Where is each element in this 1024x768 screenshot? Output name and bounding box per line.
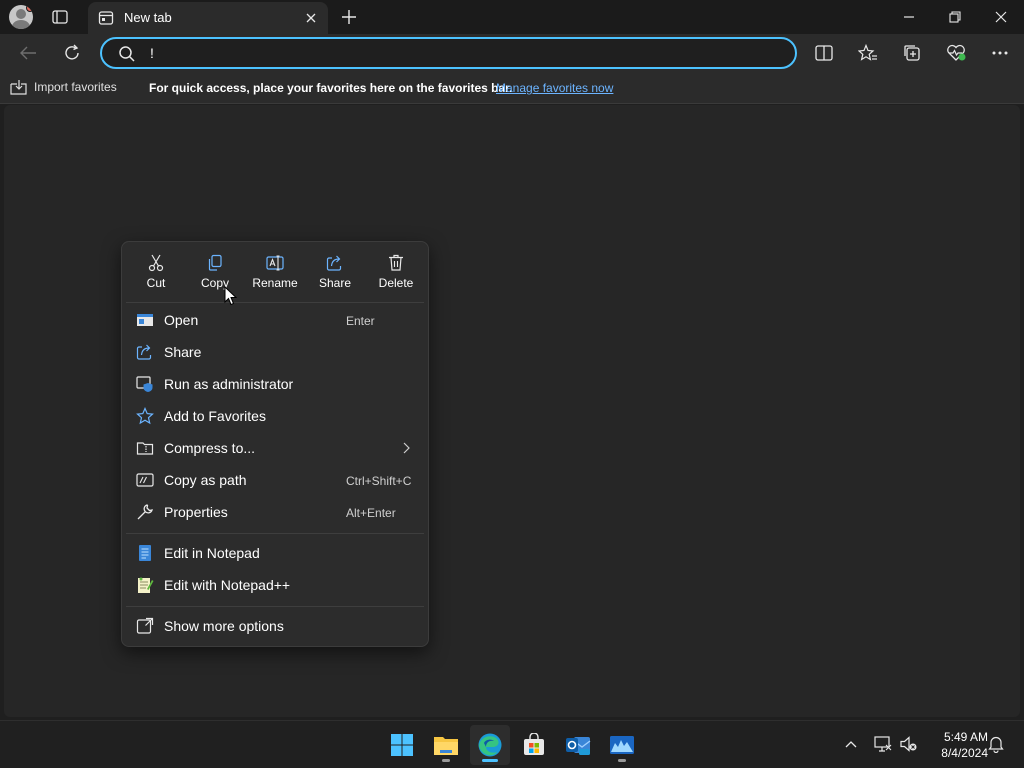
menu-item-properties[interactable]: Properties Alt+Enter [126,497,424,527]
rename-icon [266,255,284,271]
path-icon [136,471,154,489]
collections-button[interactable] [896,38,928,68]
chevron-right-icon [400,441,412,455]
mouse-cursor-icon [224,285,238,306]
menu-item-compress-to[interactable]: Compress to... [126,433,424,463]
profile-avatar[interactable] [9,5,33,29]
menu-item-label: Compress to... [164,440,256,456]
menu-item-label: Show more options [164,618,284,634]
menu-item-run-as-administrator[interactable]: Run as administrator [126,369,424,399]
minimize-button[interactable] [886,0,932,34]
volume-muted-icon[interactable] [898,733,920,755]
star-icon [136,406,154,425]
favorites-button[interactable] [852,38,884,68]
favorites-bar: Import favorites For quick access, place… [0,72,1024,104]
context-menu: Cut Copy Rename Share Delete Open Enter … [121,241,429,647]
open-icon [136,311,154,329]
store-icon[interactable] [514,725,554,765]
new-tab-icon [98,10,114,26]
rename-label: Rename [252,276,298,290]
tab-actions-icon[interactable] [48,6,72,28]
menu-item-edit-in-notepad[interactable]: Edit in Notepad [126,538,424,568]
menu-item-shortcut: Alt+Enter [346,506,396,520]
browser-essentials-icon[interactable] [940,38,972,68]
shield-icon [136,375,154,393]
more-options-icon [136,617,154,635]
menu-separator [126,606,424,607]
menu-item-label: Edit in Notepad [164,545,260,561]
import-icon [10,80,27,95]
delete-button[interactable]: Delete [368,250,424,298]
menu-item-shortcut: Ctrl+Shift+C [346,474,412,488]
clock-time: 5:49 AM [943,730,988,744]
address-bar[interactable]: ! [100,37,797,69]
outlook-icon[interactable] [558,725,598,765]
delete-label: Delete [378,276,414,290]
new-tab-button[interactable] [338,6,360,28]
menu-item-share[interactable]: Share [126,337,424,367]
running-indicator [482,759,498,762]
menu-item-add-to-favorites[interactable]: Add to Favorites [126,401,424,431]
tab-title: New tab [124,10,172,25]
browser-toolbar: ! [0,34,1024,72]
menu-item-label: Run as administrator [164,376,294,392]
running-indicator [618,759,626,762]
share-icon [326,255,342,271]
close-window-button[interactable] [978,0,1024,34]
compress-icon [136,439,154,457]
cut-label: Cut [146,276,166,290]
rename-button[interactable]: Rename [247,250,303,298]
network-icon[interactable] [872,733,894,755]
menu-item-open[interactable]: Open Enter [126,305,424,335]
notepadpp-icon [136,576,154,594]
cut-button[interactable]: Cut [128,250,184,298]
split-screen-button[interactable] [808,38,840,68]
search-icon [118,45,136,63]
menu-item-label: Add to Favorites [164,408,266,424]
import-favorites-label: Import favorites [34,80,117,94]
menu-item-label: Properties [164,504,228,520]
clock-date: 8/4/2024 [941,746,988,760]
manage-favorites-link[interactable]: Manage favorites now [496,81,613,95]
file-explorer-icon[interactable] [426,725,466,765]
menu-item-copy-as-path[interactable]: Copy as path Ctrl+Shift+C [126,465,424,495]
menu-item-label: Edit with Notepad++ [164,577,291,593]
menu-separator [126,302,424,303]
tab-new-tab[interactable]: New tab [88,2,328,34]
wrench-icon [136,503,154,521]
menu-item-label: Open [164,312,199,328]
more-menu-icon[interactable] [984,38,1016,68]
cut-icon [148,254,164,272]
delete-icon [389,254,403,271]
monitor-app-icon[interactable] [602,725,642,765]
menu-item-show-more-options[interactable]: Show more options [126,611,424,641]
menu-item-label: Share [164,344,202,360]
copy-icon [208,254,222,271]
windows-start-icon[interactable] [382,725,422,765]
title-bar: New tab [0,0,1024,34]
menu-item-shortcut: Enter [346,314,375,328]
import-favorites-button[interactable]: Import favorites [10,79,117,95]
edge-icon[interactable] [470,725,510,765]
system-clock[interactable]: 5:49 AM 8/4/2024 [924,729,988,761]
share-quick-button[interactable]: Share [307,250,363,298]
address-value[interactable]: ! [150,45,154,61]
refresh-button[interactable] [56,38,88,68]
chevron-up-icon[interactable] [840,733,862,755]
taskbar: 5:49 AM 8/4/2024 [0,720,1024,768]
menu-item-label: Copy as path [164,472,247,488]
share-icon [136,343,154,361]
notepad-icon [136,544,154,562]
back-button[interactable] [12,38,44,68]
notifications-bell-icon[interactable] [985,733,1007,755]
running-indicator [442,759,450,762]
menu-item-edit-with-notepadpp[interactable]: Edit with Notepad++ [126,570,424,600]
restore-button[interactable] [932,0,978,34]
favorites-bar-message: For quick access, place your favorites h… [149,81,513,95]
close-tab-icon[interactable] [302,9,320,27]
menu-separator [126,533,424,534]
share-quick-label: Share [318,276,352,290]
